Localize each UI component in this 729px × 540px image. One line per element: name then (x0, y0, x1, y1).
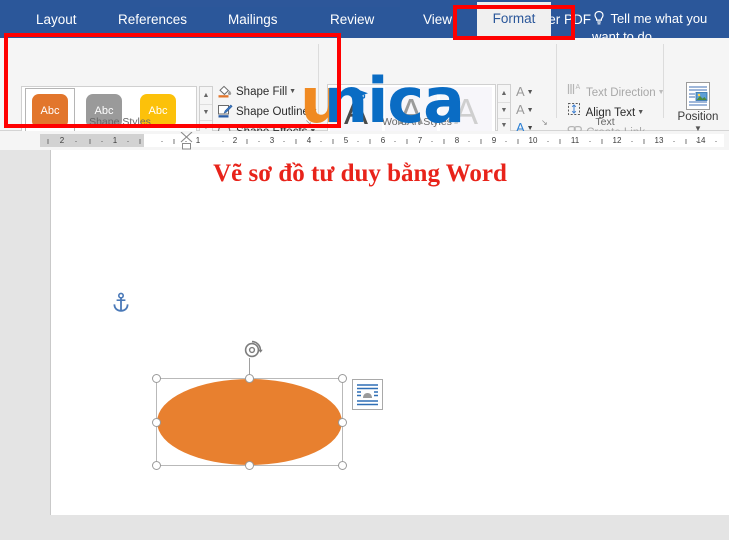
group-label-text: Text (550, 116, 660, 128)
tab-layout[interactable]: Layout (36, 9, 77, 31)
layout-options-icon[interactable] (352, 379, 383, 410)
text-direction-label: Text Direction (586, 87, 656, 99)
ruler-label-4: 4 (307, 136, 311, 145)
word-window: Layout References Mailings Review View F… (0, 0, 729, 540)
text-fill-icon: A (516, 84, 525, 99)
ruler-tick-labels: ı 2 ·ı· 1 ·ı ·ı· 1 · 2 ı· 3 ·ı 4 ·ı 5 ·ı… (40, 134, 724, 147)
ruler-label-13: 13 (655, 136, 664, 145)
ruler-label-5: 5 (344, 136, 348, 145)
resize-handle-bottom-center[interactable] (245, 461, 254, 470)
resize-handle-middle-right[interactable] (338, 418, 347, 427)
resize-handle-top-center[interactable] (245, 374, 254, 383)
resize-handle-bottom-right[interactable] (338, 461, 347, 470)
wordart-styles-dialog-launcher[interactable]: ↘ (541, 118, 548, 127)
group-separator (556, 44, 557, 118)
ruler-label-8: 8 (455, 136, 459, 145)
wordart-scroll-up-button[interactable]: ▲ (498, 86, 510, 101)
resize-handle-bottom-left[interactable] (152, 461, 161, 470)
ellipse-shape[interactable] (157, 379, 342, 465)
wordart-scroll-down-button[interactable]: ▼ (498, 102, 510, 119)
horizontal-ruler[interactable]: ı 2 ·ı· 1 ·ı ·ı· 1 · 2 ı· 3 ·ı 4 ·ı 5 ·ı… (0, 131, 729, 151)
tab-references[interactable]: References (118, 9, 187, 31)
wordart-styles-gallery[interactable]: A A A (327, 84, 496, 137)
text-outline-icon: A (516, 102, 525, 117)
text-fill-button[interactable]: A▼ (516, 83, 550, 100)
chevron-down-icon[interactable]: ▼ (637, 109, 644, 116)
ruler-label-11: 11 (571, 136, 579, 145)
tab-mailings[interactable]: Mailings (228, 9, 278, 31)
ruler-label-left-2: 2 (60, 136, 64, 145)
document-page[interactable] (50, 150, 729, 515)
position-icon (686, 82, 710, 110)
svg-text:A: A (576, 84, 581, 91)
chevron-down-icon[interactable]: ▼ (527, 107, 534, 114)
ruler-label-6: 6 (381, 136, 385, 145)
ruler-label-12: 12 (613, 136, 622, 145)
ruler-label-left-1: 1 (113, 136, 117, 145)
group-label-wordart-styles: WordArt Styles (347, 116, 487, 128)
group-separator (663, 44, 664, 118)
ruler-label-10: 10 (529, 136, 538, 145)
anchor-icon[interactable] (112, 292, 130, 314)
ruler-label-9: 9 (492, 136, 496, 145)
resize-handle-top-left[interactable] (152, 374, 161, 383)
ruler-label-1: 1 (196, 136, 200, 145)
text-direction-icon: A (567, 87, 586, 99)
document-title-text[interactable]: Vẽ sơ đồ tư duy bằng Word (50, 160, 670, 188)
lightbulb-icon (592, 10, 606, 26)
resize-handle-middle-left[interactable] (152, 418, 161, 427)
ruler-label-3: 3 (270, 136, 274, 145)
tab-view[interactable]: View (423, 9, 452, 31)
wordart-styles-scroll[interactable]: ▲ ▼ ▼ (497, 84, 511, 137)
chevron-down-icon[interactable]: ▼ (527, 89, 534, 96)
position-label: Position (672, 111, 724, 123)
tab-review[interactable]: Review (330, 9, 374, 31)
rotate-icon[interactable] (241, 339, 263, 361)
title-bar-remnant (150, 0, 400, 7)
text-direction-button[interactable]: A Text Direction▼ (567, 82, 665, 101)
annotation-box-shape-styles (4, 33, 341, 128)
ruler-label-2: 2 (233, 136, 237, 145)
indent-markers[interactable] (180, 132, 193, 150)
ruler-label-7: 7 (418, 136, 422, 145)
annotation-box-format-tab (453, 5, 575, 40)
text-outline-button[interactable]: A▼ (516, 101, 550, 118)
resize-handle-top-right[interactable] (338, 374, 347, 383)
